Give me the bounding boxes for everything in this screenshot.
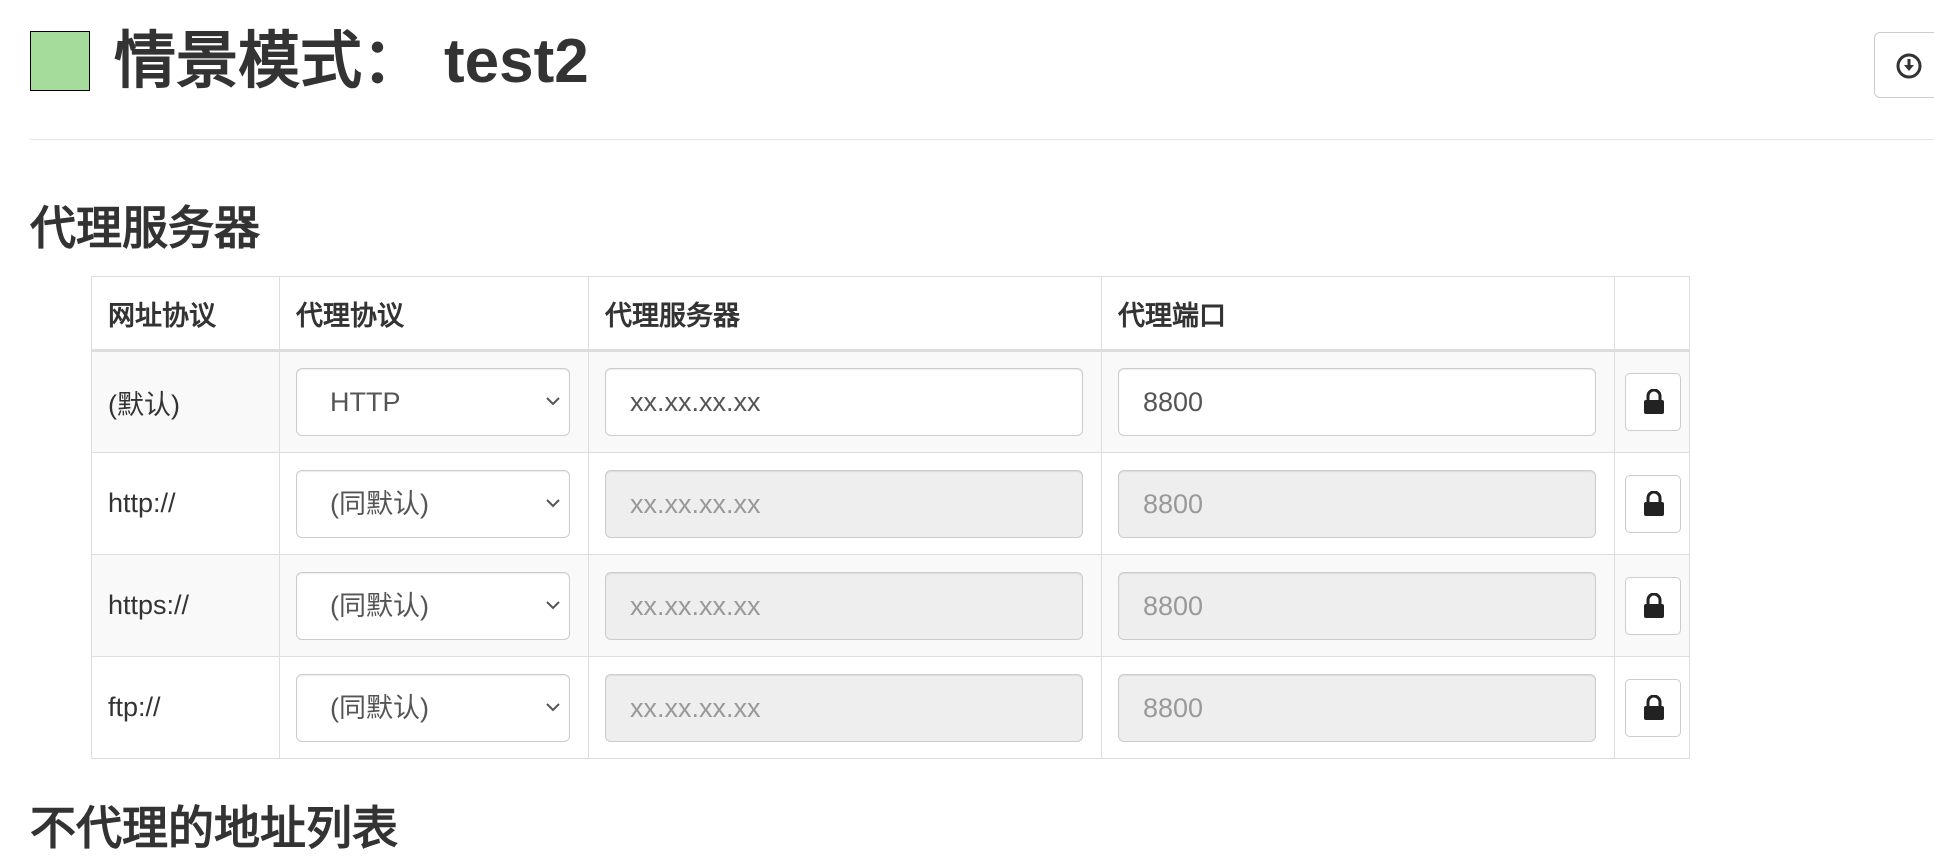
protocol-select[interactable]: (同默认) (296, 469, 570, 538)
table-row: https:// (同默认) xx.xx.xx.xx 8800 (91, 554, 1690, 657)
auth-lock-button[interactable] (1625, 474, 1681, 533)
server-cell: xx.xx.xx.xx (588, 656, 1102, 759)
protocol-cell: (同默认) (279, 554, 589, 657)
protocol-select-value: (同默认) (330, 692, 429, 723)
protocol-cell: HTTP (279, 350, 589, 453)
table-header-row: 网址协议 代理协议 代理服务器 代理端口 (91, 276, 1690, 352)
scheme-cell: https:// (91, 554, 280, 657)
lock-icon (1644, 490, 1664, 516)
lock-icon (1644, 592, 1664, 618)
server-cell: xx.xx.xx.xx (588, 452, 1102, 555)
lock-cell (1614, 656, 1690, 759)
proxy-port-input: 8800 (1118, 673, 1596, 742)
profile-name: test2 (444, 27, 589, 96)
page-header: 情景模式： test2 (30, 27, 1934, 140)
port-cell: 8800 (1101, 452, 1615, 555)
protocol-select-value: (同默认) (330, 488, 429, 519)
section-title-bypass-list: 不代理的地址列表 (30, 802, 398, 854)
column-header-protocol: 代理协议 (279, 276, 589, 352)
proxy-port-input[interactable]: 8800 (1118, 368, 1596, 436)
lock-cell (1614, 350, 1690, 453)
protocol-cell: (同默认) (279, 452, 589, 555)
proxy-server-input: xx.xx.xx.xx (605, 469, 1083, 538)
table-row: ftp:// (同默认) xx.xx.xx.xx 8800 (91, 656, 1690, 759)
lock-icon (1644, 389, 1664, 414)
proxy-server-input[interactable]: xx.xx.xx.xx (605, 368, 1083, 436)
proxy-table: 网址协议 代理协议 代理服务器 代理端口 (默认) HTTP xx.xx.xx.… (91, 276, 1690, 759)
column-header-server: 代理服务器 (588, 276, 1102, 352)
chevron-down-icon (546, 498, 560, 507)
column-header-port: 代理端口 (1101, 276, 1615, 352)
port-cell: 8800 (1101, 350, 1615, 453)
profile-color-swatch[interactable] (30, 31, 90, 91)
chevron-down-icon (546, 600, 560, 609)
protocol-select[interactable]: HTTP (296, 368, 570, 436)
server-cell: xx.xx.xx.xx (588, 350, 1102, 453)
auth-lock-button[interactable] (1625, 678, 1681, 737)
port-cell: 8800 (1101, 554, 1615, 657)
proxy-port-input: 8800 (1118, 571, 1596, 640)
protocol-select[interactable]: (同默认) (296, 571, 570, 640)
proxy-port-input: 8800 (1118, 469, 1596, 538)
protocol-select-value: HTTP (330, 387, 401, 417)
lock-icon (1644, 694, 1664, 720)
scheme-cell: (默认) (91, 350, 280, 453)
table-row: http:// (同默认) xx.xx.xx.xx 8800 (91, 452, 1690, 555)
page-title: 情景模式： test2 (114, 22, 589, 102)
protocol-cell: (同默认) (279, 656, 589, 759)
page-title-label: 情景模式： (114, 27, 425, 96)
table-row: (默认) HTTP xx.xx.xx.xx 8800 (91, 350, 1690, 453)
download-circle-icon (1896, 53, 1922, 79)
proxy-server-input: xx.xx.xx.xx (605, 673, 1083, 742)
auth-lock-button[interactable] (1625, 576, 1681, 635)
scheme-cell: http:// (91, 452, 280, 555)
column-header-actions (1614, 276, 1690, 352)
column-header-scheme: 网址协议 (91, 276, 280, 352)
chevron-down-icon (546, 397, 560, 406)
lock-cell (1614, 554, 1690, 657)
auth-lock-button[interactable] (1625, 373, 1681, 431)
lock-cell (1614, 452, 1690, 555)
export-button[interactable] (1874, 32, 1934, 98)
proxy-server-input: xx.xx.xx.xx (605, 571, 1083, 640)
server-cell: xx.xx.xx.xx (588, 554, 1102, 657)
chevron-down-icon (546, 702, 560, 711)
scheme-cell: ftp:// (91, 656, 280, 759)
section-title-proxy-servers: 代理服务器 (30, 202, 260, 254)
protocol-select-value: (同默认) (330, 590, 429, 621)
protocol-select[interactable]: (同默认) (296, 673, 570, 742)
port-cell: 8800 (1101, 656, 1615, 759)
